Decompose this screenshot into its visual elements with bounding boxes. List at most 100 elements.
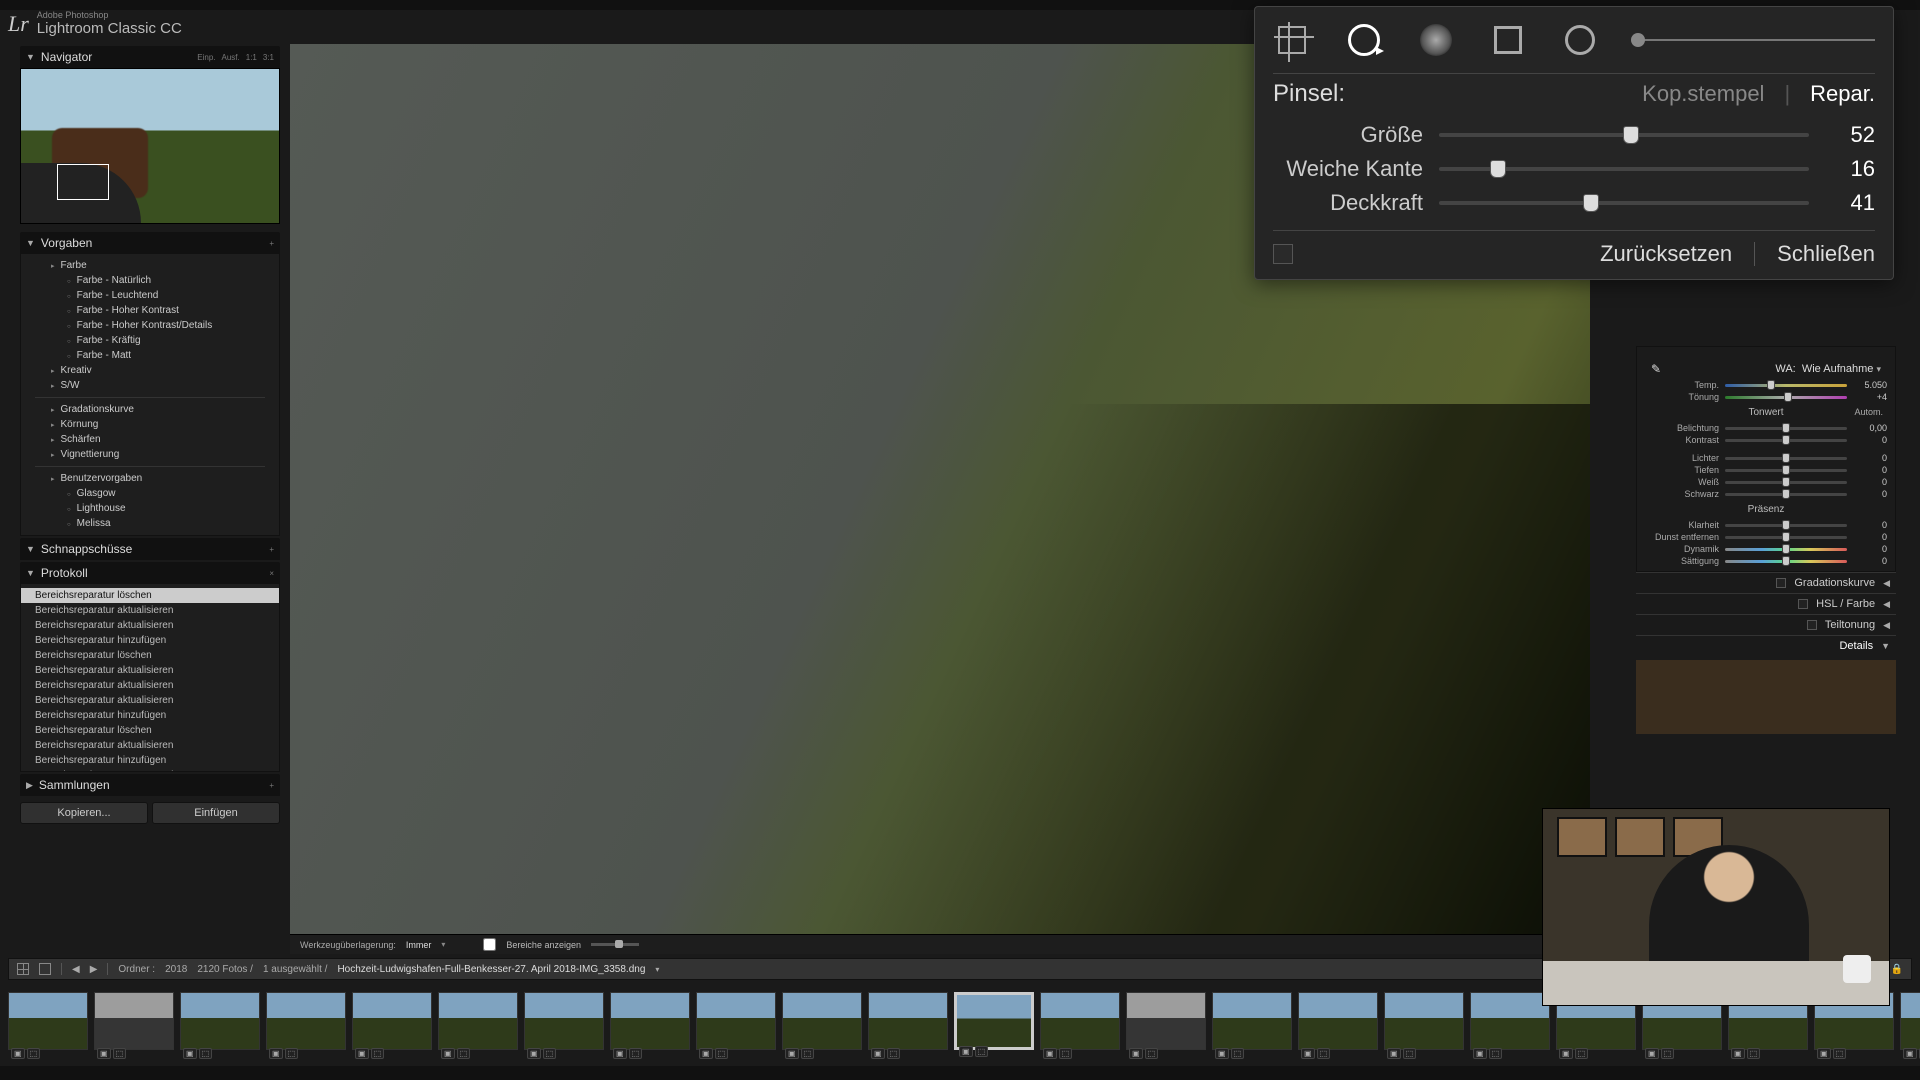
radial-filter-icon[interactable] xyxy=(1561,21,1599,59)
temp-value[interactable]: 5.050 xyxy=(1853,380,1887,390)
preset-item[interactable]: Farbe - Matt xyxy=(21,348,279,363)
exposure-value[interactable]: 0,00 xyxy=(1853,423,1887,433)
panel-switch[interactable] xyxy=(1273,244,1293,264)
history-item[interactable]: Bereichsreparatur aktualisieren xyxy=(21,618,279,633)
thumbnail-selected[interactable]: ▣⬚ xyxy=(954,992,1034,1050)
preset-group-sw[interactable]: S/W xyxy=(21,378,279,393)
blacks-slider[interactable] xyxy=(1725,493,1847,496)
crop-tool-icon[interactable] xyxy=(1273,21,1311,59)
preset-item[interactable]: Farbe - Leuchtend xyxy=(21,288,279,303)
thumbnail[interactable]: ▣⬚ xyxy=(782,992,862,1050)
user-preset[interactable]: Melissa xyxy=(21,516,279,531)
preset-group-kreativ[interactable]: Kreativ xyxy=(21,363,279,378)
preset-extra[interactable]: Vignettierung xyxy=(21,447,279,462)
next-photo-icon[interactable]: ▶ xyxy=(90,964,98,975)
thumbnail[interactable]: ▣⬚ xyxy=(524,992,604,1050)
preset-item[interactable]: Farbe - Natürlich xyxy=(21,273,279,288)
add-preset-icon[interactable]: + xyxy=(269,239,274,248)
clarity-slider[interactable] xyxy=(1725,524,1847,527)
history-item[interactable]: Bereichsreparatur hinzufügen xyxy=(21,633,279,648)
prev-photo-icon[interactable]: ◀ xyxy=(72,964,80,975)
tint-slider[interactable] xyxy=(1725,396,1847,399)
thumbnail[interactable]: ▣⬚ xyxy=(8,992,88,1050)
redeye-tool-icon[interactable] xyxy=(1417,21,1455,59)
saturation-slider[interactable] xyxy=(1725,560,1847,563)
grid-view-icon[interactable] xyxy=(17,963,29,975)
thumbnail[interactable]: ▣⬚ xyxy=(94,992,174,1050)
zoom-1to1[interactable]: 1:1 xyxy=(246,53,257,62)
feather-slider[interactable] xyxy=(1439,167,1809,171)
thumbnail[interactable]: ▣⬚ xyxy=(1470,992,1550,1050)
tonecurve-header[interactable]: Gradationskurve◀ xyxy=(1636,572,1896,593)
whites-value[interactable]: 0 xyxy=(1853,477,1887,487)
graduated-filter-icon[interactable] xyxy=(1489,21,1527,59)
auto-button[interactable]: Autom. xyxy=(1854,407,1883,417)
history-item[interactable]: Bereichsreparatur hinzufügen xyxy=(21,708,279,723)
detail-preview[interactable] xyxy=(1636,660,1896,734)
thumbnail[interactable]: ▣⬚ xyxy=(1298,992,1378,1050)
history-item[interactable]: Bereichsreparatur löschen xyxy=(21,723,279,738)
copy-button[interactable]: Kopieren... xyxy=(20,802,148,824)
thumbnail[interactable]: ▣⬚ xyxy=(1040,992,1120,1050)
navigator-header[interactable]: ▼ Navigator Einp. Ausf. 1:1 3:1 xyxy=(20,46,280,68)
dehaze-value[interactable]: 0 xyxy=(1853,532,1887,542)
highlights-slider[interactable] xyxy=(1725,457,1847,460)
spot-removal-tool-icon[interactable] xyxy=(1345,21,1383,59)
temp-slider[interactable] xyxy=(1725,384,1847,387)
details-header[interactable]: Details▼ xyxy=(1636,635,1896,656)
user-presets-header[interactable]: Benutzervorgaben xyxy=(21,471,279,486)
opacity-value[interactable]: 41 xyxy=(1825,190,1875,216)
clear-history-icon[interactable]: × xyxy=(269,569,274,578)
visualize-slider[interactable] xyxy=(591,943,639,946)
history-item[interactable]: Bereichsreparatur aktualisieren xyxy=(21,738,279,753)
thumbnail[interactable]: ▣⬚ xyxy=(1900,992,1920,1050)
history-item[interactable]: Bereichsreparatur löschen xyxy=(21,588,279,603)
thumbnail[interactable]: ▣⬚ xyxy=(438,992,518,1050)
size-slider[interactable] xyxy=(1439,133,1809,137)
history-item[interactable]: Bereichsreparatur löschen xyxy=(21,648,279,663)
thumbnail[interactable]: ▣⬚ xyxy=(1126,992,1206,1050)
preset-group-farbe[interactable]: Farbe xyxy=(21,258,279,273)
preset-item[interactable]: Farbe - Hoher Kontrast/Details xyxy=(21,318,279,333)
contrast-slider[interactable] xyxy=(1725,439,1847,442)
presets-header[interactable]: ▼ Vorgaben + xyxy=(20,232,280,254)
history-item[interactable]: Bereichsreparatur aktualisieren xyxy=(21,693,279,708)
preset-extra[interactable]: Schärfen xyxy=(21,432,279,447)
size-value[interactable]: 52 xyxy=(1825,122,1875,148)
thumbnail[interactable]: ▣⬚ xyxy=(696,992,776,1050)
thumbnail[interactable]: ▣⬚ xyxy=(180,992,260,1050)
filter-lock-icon[interactable]: 🔒 xyxy=(1891,964,1903,975)
exposure-slider[interactable] xyxy=(1725,427,1847,430)
thumbnail[interactable]: ▣⬚ xyxy=(868,992,948,1050)
preset-extra[interactable]: Gradationskurve xyxy=(21,402,279,417)
reset-button[interactable]: Zurücksetzen xyxy=(1600,241,1732,267)
clone-tab[interactable]: Kop.stempel xyxy=(1642,81,1764,107)
heal-tab[interactable]: Repar. xyxy=(1810,81,1875,107)
thumbnail[interactable]: ▣⬚ xyxy=(610,992,690,1050)
vibrance-slider[interactable] xyxy=(1725,548,1847,551)
history-item[interactable]: Bereichsreparatur aktualisieren xyxy=(21,603,279,618)
history-item[interactable]: Bereichsreparatur aktualisieren xyxy=(21,678,279,693)
snapshots-header[interactable]: ▼ Schnappschüsse + xyxy=(20,538,280,560)
blacks-value[interactable]: 0 xyxy=(1853,489,1887,499)
add-snapshot-icon[interactable]: + xyxy=(269,545,274,554)
overlay-value[interactable]: Immer xyxy=(406,940,432,950)
user-preset[interactable]: Glasgow xyxy=(21,486,279,501)
dehaze-slider[interactable] xyxy=(1725,536,1847,539)
filename-dropdown-icon[interactable]: ▾ xyxy=(655,965,659,974)
zoom-fill[interactable]: Ausf. xyxy=(222,53,240,62)
history-item[interactable]: Bereichsreparatur aktualisieren xyxy=(21,663,279,678)
splittone-header[interactable]: Teiltonung◀ xyxy=(1636,614,1896,635)
history-item[interactable]: Importieren (13.11.18 13:15:50) xyxy=(21,768,279,772)
zoom-fit[interactable]: Einp. xyxy=(197,53,215,62)
wb-value[interactable]: Wie Aufnahme xyxy=(1802,363,1874,375)
history-header[interactable]: ▼ Protokoll × xyxy=(20,562,280,584)
whites-slider[interactable] xyxy=(1725,481,1847,484)
shadows-value[interactable]: 0 xyxy=(1853,465,1887,475)
add-collection-icon[interactable]: + xyxy=(269,781,274,790)
loupe-view-icon[interactable] xyxy=(39,963,51,975)
adjustment-brush-slider[interactable] xyxy=(1633,39,1875,41)
thumbnail[interactable]: ▣⬚ xyxy=(266,992,346,1050)
thumbnail[interactable]: ▣⬚ xyxy=(1212,992,1292,1050)
zoom-custom[interactable]: 3:1 xyxy=(263,53,274,62)
